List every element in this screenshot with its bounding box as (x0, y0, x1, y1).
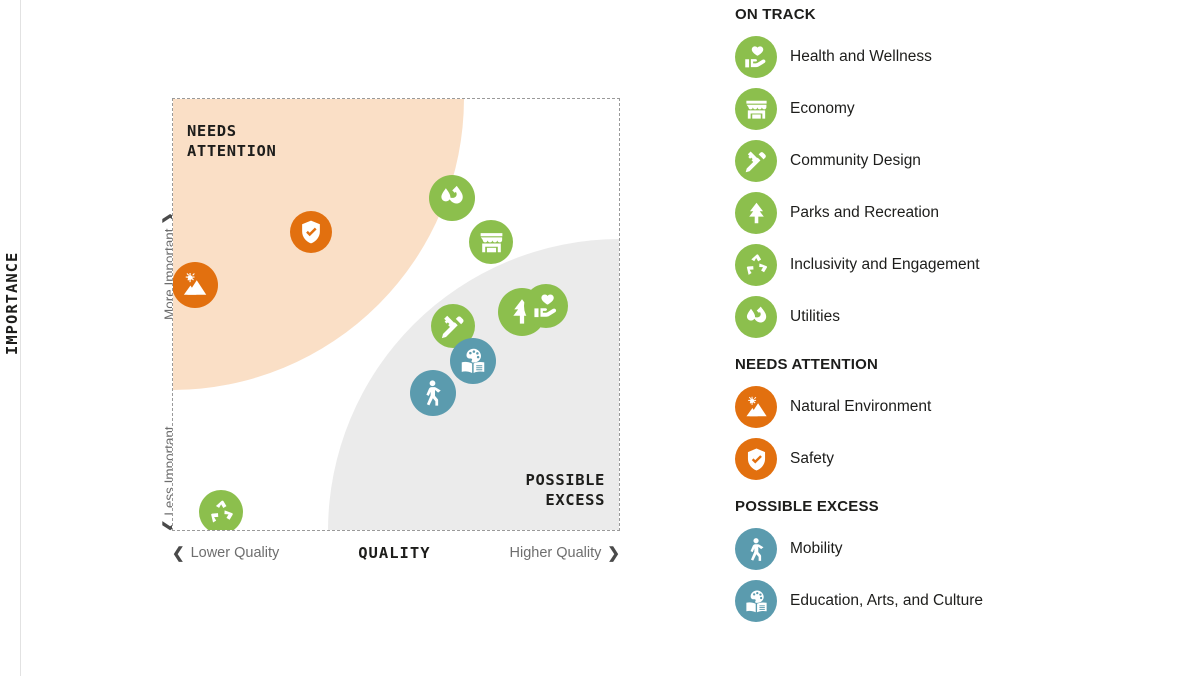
legend-item-label: Mobility (790, 540, 843, 557)
legend-item-label: Utilities (790, 308, 840, 325)
x-axis-low-text: Lower Quality (190, 545, 280, 561)
plot-area: NEEDS ATTENTION POSSIBLE EXCESS (172, 98, 620, 531)
data-point-safety[interactable] (290, 211, 332, 253)
data-point-inclusivity-and-engagement[interactable] (199, 490, 243, 530)
legend: ON TRACK Health and Wellness Economy Commun… (735, 0, 1155, 676)
chevron-left-icon: ❮ (172, 545, 185, 562)
palette-book-icon (458, 346, 488, 376)
legend-item-parks-and-recreation[interactable]: Parks and Recreation (735, 187, 1155, 239)
legend-item-health-and-wellness[interactable]: Health and Wellness (735, 31, 1155, 83)
infographic-root: More Important ❯ ❮ Less Important IMPORT… (0, 0, 1200, 676)
hand-heart-icon (735, 36, 777, 78)
hand-heart-icon (532, 292, 561, 321)
recycle-people-icon (207, 498, 236, 527)
x-axis-high-text: Higher Quality (509, 545, 602, 561)
legend-item-label: Education, Arts, and Culture (790, 592, 984, 609)
legend-item-utilities[interactable]: Utilities (735, 291, 1155, 343)
legend-item-economy[interactable]: Economy (735, 83, 1155, 135)
legend-group-heading: POSSIBLE EXCESS (735, 498, 879, 515)
recycle-people-icon (735, 244, 777, 286)
mountain-sun-icon (735, 386, 777, 428)
storefront-icon (477, 228, 506, 257)
pencil-ruler-icon (439, 312, 468, 341)
x-axis-title: QUALITY (358, 544, 431, 562)
pedestrian-icon (418, 378, 448, 408)
data-point-utilities[interactable] (429, 175, 475, 221)
data-point-natural-environment[interactable] (173, 262, 218, 308)
legend-item-label: Health and Wellness (790, 48, 932, 65)
zone-label-possible-excess: POSSIBLE EXCESS (525, 471, 605, 509)
legend-item-education-arts-and-culture[interactable]: Education, Arts, and Culture (735, 575, 1155, 627)
x-axis-high-label: Higher Quality ❯ (510, 544, 620, 562)
x-axis-low-label: ❮ Lower Quality (172, 544, 279, 562)
data-point-mobility[interactable] (410, 370, 456, 416)
y-axis-title: IMPORTANCE (3, 251, 21, 355)
shield-check-icon (735, 438, 777, 480)
storefront-icon (735, 88, 777, 130)
water-flame-icon (735, 296, 777, 338)
importance-quality-matrix: More Important ❯ ❮ Less Important IMPORT… (0, 0, 700, 676)
legend-item-label: Natural Environment (790, 398, 932, 415)
legend-item-label: Economy (790, 100, 855, 117)
legend-item-label: Safety (790, 450, 834, 467)
legend-item-community-design[interactable]: Community Design (735, 135, 1155, 187)
data-point-economy[interactable] (469, 220, 513, 264)
water-flame-icon (437, 183, 467, 213)
mountain-sun-icon (180, 270, 210, 300)
data-point-education-arts-and-culture[interactable] (450, 338, 496, 384)
legend-item-inclusivity-and-engagement[interactable]: Inclusivity and Engagement (735, 239, 1155, 291)
tree-icon (735, 192, 777, 234)
data-point-health-and-wellness[interactable] (524, 284, 568, 328)
chevron-right-icon: ❯ (607, 545, 620, 562)
legend-group-on-track: ON TRACK Health and Wellness Economy Commun… (735, 6, 1155, 343)
legend-item-label: Community Design (790, 152, 921, 169)
legend-item-natural-environment[interactable]: Natural Environment (735, 381, 1155, 433)
palette-book-icon (735, 580, 777, 622)
legend-item-mobility[interactable]: Mobility (735, 523, 1155, 575)
legend-group-heading: NEEDS ATTENTION (735, 356, 879, 373)
shield-check-icon (297, 218, 325, 246)
legend-item-label: Inclusivity and Engagement (790, 256, 980, 273)
legend-group-needs-attention: NEEDS ATTENTION Natural Environment Safety (735, 356, 1155, 485)
legend-item-safety[interactable]: Safety (735, 433, 1155, 485)
x-axis: ❮ Lower Quality QUALITY Higher Quality ❯ (172, 541, 620, 565)
legend-group-possible-excess: POSSIBLE EXCESS Mobility Education, Arts, … (735, 498, 1155, 627)
zone-label-needs-attention: NEEDS ATTENTION (187, 122, 277, 160)
y-axis: More Important ❯ ❮ Less Important (140, 98, 178, 532)
legend-item-label: Parks and Recreation (790, 204, 940, 221)
pedestrian-icon (735, 528, 777, 570)
pencil-ruler-icon (735, 140, 777, 182)
legend-group-heading: ON TRACK (735, 6, 816, 23)
